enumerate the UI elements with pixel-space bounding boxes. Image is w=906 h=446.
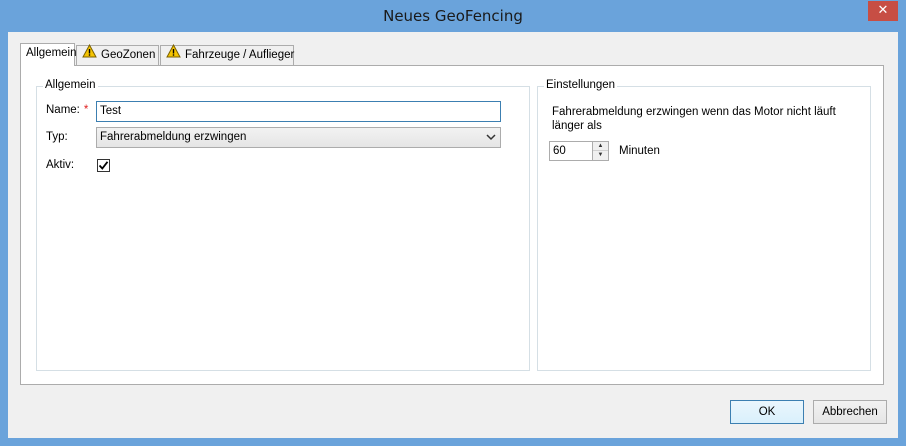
required-marker: * bbox=[83, 104, 89, 116]
active-label: Aktiv: bbox=[46, 159, 75, 171]
tab-label: Allgemein bbox=[26, 47, 77, 59]
active-checkbox[interactable] bbox=[97, 159, 110, 172]
tab-panel-allgemein: Allgemein Name: * Test Typ: Fahrerabmeldu… bbox=[20, 65, 884, 385]
spinner-buttons: ▲ ▼ bbox=[592, 142, 608, 160]
dialog-client: Allgemein GeoZonen Fahrzeuge / Auflieger… bbox=[8, 32, 898, 438]
tab-label: Fahrzeuge / Auflieger bbox=[185, 49, 295, 62]
name-label-text: Name: bbox=[46, 104, 80, 116]
spinner-down-icon[interactable]: ▼ bbox=[593, 151, 608, 160]
dialog-window: Neues GeoFencing ✕ Allgemein GeoZonen Fa… bbox=[0, 0, 906, 446]
tab-label: GeoZonen bbox=[101, 49, 156, 62]
chevron-down-icon bbox=[486, 128, 496, 154]
group-allgemein: Allgemein Name: * Test Typ: Fahrerabmeldu… bbox=[36, 79, 530, 371]
minutes-value: 60 bbox=[553, 145, 566, 157]
type-select[interactable]: Fahrerabmeldung erzwingen bbox=[96, 127, 501, 148]
warning-icon bbox=[82, 43, 97, 64]
close-button[interactable]: ✕ bbox=[868, 1, 898, 21]
cancel-button[interactable]: Abbrechen bbox=[813, 400, 887, 424]
group-einstellungen: Einstellungen Fahrerabmeldung erzwingen … bbox=[537, 79, 871, 371]
ok-button[interactable]: OK bbox=[730, 400, 804, 424]
checkmark-icon bbox=[98, 161, 109, 170]
group-title-einstellungen: Einstellungen bbox=[544, 79, 618, 91]
minutes-spinner[interactable]: 60 ▲ ▼ bbox=[549, 141, 609, 161]
type-select-value: Fahrerabmeldung erzwingen bbox=[100, 131, 247, 143]
name-label: Name: * bbox=[46, 104, 88, 116]
tab-fahrzeuge-auflieger[interactable]: Fahrzeuge / Auflieger bbox=[160, 43, 295, 65]
type-label: Typ: bbox=[46, 131, 68, 143]
title-bar[interactable]: Neues GeoFencing ✕ bbox=[0, 0, 906, 32]
minutes-unit-label: Minuten bbox=[619, 145, 660, 157]
window-title: Neues GeoFencing bbox=[383, 7, 523, 25]
group-title-allgemein: Allgemein bbox=[43, 79, 98, 91]
spinner-up-icon[interactable]: ▲ bbox=[593, 142, 608, 151]
close-icon: ✕ bbox=[877, 3, 889, 18]
tab-geozonen[interactable]: GeoZonen bbox=[76, 43, 159, 65]
warning-icon bbox=[166, 43, 181, 64]
name-input[interactable]: Test bbox=[96, 101, 501, 122]
settings-description: Fahrerabmeldung erzwingen wenn das Motor… bbox=[552, 106, 836, 132]
tab-allgemein[interactable]: Allgemein bbox=[20, 43, 77, 66]
